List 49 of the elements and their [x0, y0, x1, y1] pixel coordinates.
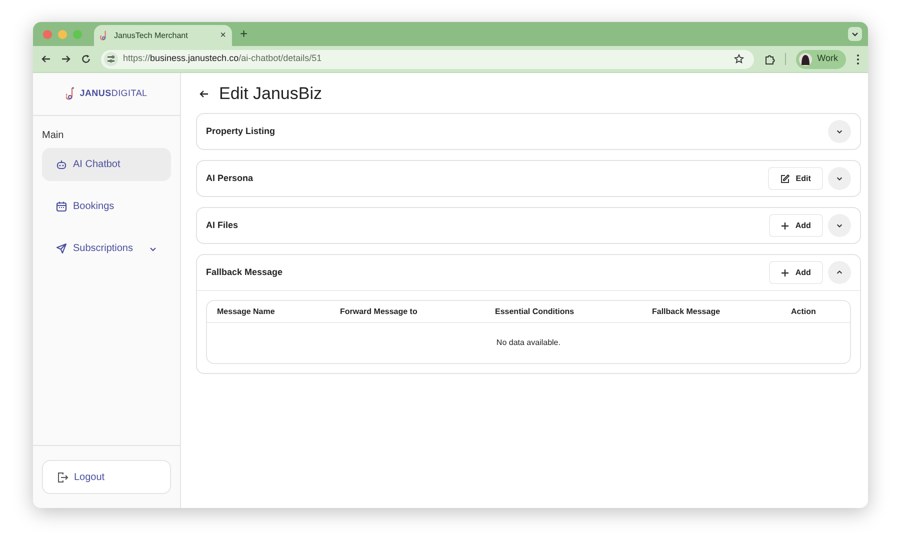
column-header: Forward Message to	[340, 306, 418, 318]
plus-icon	[781, 222, 790, 230]
add-button[interactable]: Add	[769, 261, 823, 284]
tab-search-icon[interactable]	[848, 27, 862, 41]
column-header: Fallback Message	[652, 306, 722, 318]
column-header: Action	[791, 306, 817, 318]
column-header: Message Name	[217, 306, 276, 318]
back-arrow-icon[interactable]	[199, 89, 209, 99]
site-favicon-icon	[100, 30, 109, 42]
nav-item[interactable]: AI Chatbot	[42, 148, 171, 181]
forward-icon[interactable]	[61, 54, 71, 64]
column-header: Essential Conditions	[495, 306, 576, 318]
logout-button[interactable]: Logout	[42, 460, 171, 494]
paper-plane-icon	[56, 243, 67, 254]
page-title: Edit JanusBiz	[219, 83, 322, 106]
calendar-icon	[56, 201, 67, 212]
browser-tab[interactable]: JanusTech Merchant ×	[94, 25, 232, 46]
profile-button[interactable]: Work	[796, 50, 846, 68]
reload-icon[interactable]	[81, 54, 91, 64]
tab-title: JanusTech Merchant	[114, 30, 189, 42]
edit-icon	[780, 174, 790, 184]
plus-icon	[781, 268, 790, 276]
chevron-up-icon	[836, 269, 843, 276]
chevron-down-icon	[836, 175, 843, 182]
logo-icon	[66, 86, 76, 102]
url-text: https://business.janustech.co/ai-chatbot/details/51	[123, 52, 322, 66]
section-title: Property Listing	[206, 124, 276, 138]
logo-text: JANUSDIGITAL	[80, 87, 148, 100]
section-title: AI Files	[206, 218, 240, 232]
logout-icon	[57, 472, 68, 482]
chevron-down-icon	[836, 128, 843, 135]
empty-message: No data available.	[496, 337, 560, 349]
address-bar[interactable]: https://business.janustech.co/ai-chatbot/details/51	[101, 50, 754, 68]
new-tab-button[interactable]: +	[240, 24, 248, 44]
avatar-icon	[799, 52, 812, 66]
chevron-down-icon	[836, 222, 843, 229]
section-label: Main	[41, 129, 65, 143]
edit-button[interactable]: Edit	[768, 167, 823, 190]
section-title: AI Persona	[206, 172, 254, 185]
extensions-icon[interactable]	[764, 54, 776, 64]
robot-icon	[56, 159, 67, 170]
chevron-down-icon	[149, 244, 157, 252]
more-options-icon[interactable]	[856, 54, 860, 64]
back-icon[interactable]	[41, 54, 51, 64]
bookmark-star-icon[interactable]	[734, 54, 744, 64]
close-tab-button[interactable]: ×	[220, 28, 226, 43]
section-title: Fallback Message	[206, 266, 284, 279]
site-settings-icon[interactable]	[104, 52, 118, 66]
add-button[interactable]: Add	[769, 214, 823, 237]
